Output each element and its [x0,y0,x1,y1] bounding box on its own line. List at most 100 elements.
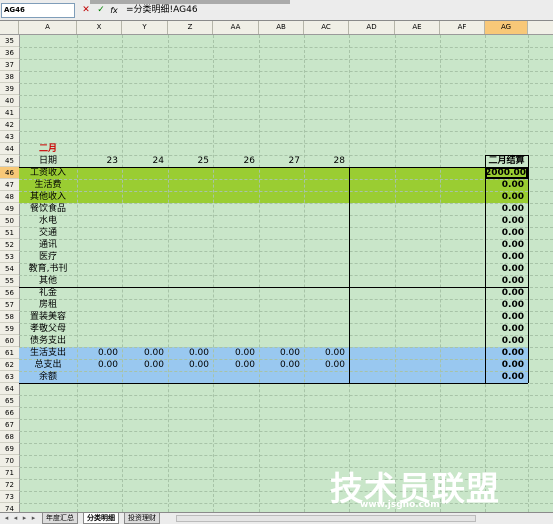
category-label[interactable]: 礼金 [19,287,77,299]
category-label[interactable]: 置装美容 [19,311,77,323]
date-cell[interactable]: 24 [122,155,164,167]
row-header-38[interactable]: 38 [0,71,19,83]
category-label[interactable]: 交通 [19,227,77,239]
summary-value[interactable]: 0.00 [485,299,524,311]
insert-function-icon[interactable]: fx [108,4,120,17]
category-label[interactable]: 水电 [19,215,77,227]
tab-annual-summary[interactable]: 年度汇总 [42,513,78,524]
row-header-42[interactable]: 42 [0,119,19,131]
row-header-41[interactable]: 41 [0,107,19,119]
row-header-46[interactable]: 46 [0,167,19,179]
summary-value[interactable]: 0.00 [485,191,524,203]
column-header-ae[interactable]: AE [395,21,440,34]
row-header-61[interactable]: 61 [0,347,19,359]
summary-value[interactable]: 0.00 [485,311,524,323]
living-expense-cell[interactable]: 0.00 [304,347,345,359]
row-header-50[interactable]: 50 [0,215,19,227]
row-header-51[interactable]: 51 [0,227,19,239]
row-header-48[interactable]: 48 [0,191,19,203]
date-cell[interactable]: 25 [168,155,209,167]
summary-value[interactable]: 0.00 [485,203,524,215]
column-header-ag[interactable]: AG [485,21,528,34]
category-label[interactable]: 医疗 [19,251,77,263]
summary-value[interactable]: 0.00 [485,347,524,359]
enter-icon[interactable]: ✓ [95,4,107,17]
row-header-45[interactable]: 45 [0,155,19,167]
row-header-44[interactable]: 44 [0,143,19,155]
row-header-43[interactable]: 43 [0,131,19,143]
row-header-54[interactable]: 54 [0,263,19,275]
row-header-36[interactable]: 36 [0,47,19,59]
row-header-72[interactable]: 72 [0,479,19,491]
category-label[interactable]: 房租 [19,299,77,311]
row-header-37[interactable]: 37 [0,59,19,71]
first-sheet-button[interactable]: ◂ [2,514,11,523]
summary-value[interactable]: 0.00 [485,359,524,371]
row-header-55[interactable]: 55 [0,275,19,287]
summary-value[interactable]: 0.00 [485,251,524,263]
summary-value[interactable]: 0.00 [485,179,524,191]
row-header-70[interactable]: 70 [0,455,19,467]
column-header-aa[interactable]: AA [213,21,259,34]
row-header-35[interactable]: 35 [0,35,19,47]
column-header-a[interactable]: A [19,21,77,34]
name-box[interactable]: AG46 [1,3,75,18]
row-header-69[interactable]: 69 [0,443,19,455]
summary-value[interactable]: 0.00 [485,287,524,299]
summary-header[interactable]: 二月结算 [485,155,528,167]
summary-value[interactable]: 0.00 [485,227,524,239]
cancel-icon[interactable]: ✕ [80,4,92,17]
column-header-z[interactable]: Z [168,21,213,34]
sheet-grid[interactable]: 二月 日期 23 24 25 26 27 28 二月结算 工资收入 2000.00 生活费 0.00 其他… [19,35,553,516]
summary-value[interactable]: 0.00 [485,215,524,227]
row-header-52[interactable]: 52 [0,239,19,251]
column-header-x[interactable]: X [77,21,122,34]
row-header-56[interactable]: 56 [0,287,19,299]
row-header-71[interactable]: 71 [0,467,19,479]
living-expense-cell[interactable]: 0.00 [259,347,300,359]
next-sheet-button[interactable]: ▸ [20,514,29,523]
row-header-39[interactable]: 39 [0,83,19,95]
category-label[interactable]: 余额 [19,371,77,383]
total-expense-cell[interactable]: 0.00 [77,359,118,371]
row-header-49[interactable]: 49 [0,203,19,215]
category-label[interactable]: 生活支出 [19,347,77,359]
summary-value[interactable]: 0.00 [485,371,524,383]
total-expense-cell[interactable]: 0.00 [259,359,300,371]
tab-category-detail[interactable]: 分类明细 [83,513,119,524]
last-sheet-button[interactable]: ▸ [29,514,38,523]
row-header-64[interactable]: 64 [0,383,19,395]
row-header-40[interactable]: 40 [0,95,19,107]
category-label[interactable]: 餐饮食品 [19,203,77,215]
column-header-af[interactable]: AF [440,21,485,34]
horizontal-scrollbar[interactable] [176,515,476,522]
living-expense-cell[interactable]: 0.00 [168,347,209,359]
category-label[interactable]: 通讯 [19,239,77,251]
summary-value[interactable]: 0.00 [485,335,524,347]
row-header-67[interactable]: 67 [0,419,19,431]
category-label[interactable]: 工资收入 [19,167,77,179]
column-header-ab[interactable]: AB [259,21,304,34]
category-label[interactable]: 其他收入 [19,191,77,203]
row-header-73[interactable]: 73 [0,491,19,503]
living-expense-cell[interactable]: 0.00 [77,347,118,359]
date-cell[interactable]: 23 [77,155,118,167]
date-cell[interactable]: 27 [259,155,300,167]
prev-sheet-button[interactable]: ◂ [11,514,20,523]
date-cell[interactable]: 28 [304,155,345,167]
summary-value[interactable]: 0.00 [485,275,524,287]
row-header-68[interactable]: 68 [0,431,19,443]
category-label[interactable]: 孝敬父母 [19,323,77,335]
category-label[interactable]: 生活费 [19,179,77,191]
row-header-62[interactable]: 62 [0,359,19,371]
row-header-65[interactable]: 65 [0,395,19,407]
total-expense-cell[interactable]: 0.00 [213,359,255,371]
row-header-53[interactable]: 53 [0,251,19,263]
tab-investment[interactable]: 投资理财 [124,513,160,524]
formula-input[interactable]: =分类明细!AG46 [126,3,551,18]
category-label[interactable]: 教育,书刊 [19,263,77,275]
category-label[interactable]: 债务支出 [19,335,77,347]
row-header-58[interactable]: 58 [0,311,19,323]
select-all-corner[interactable] [0,21,19,34]
living-expense-cell[interactable]: 0.00 [122,347,164,359]
